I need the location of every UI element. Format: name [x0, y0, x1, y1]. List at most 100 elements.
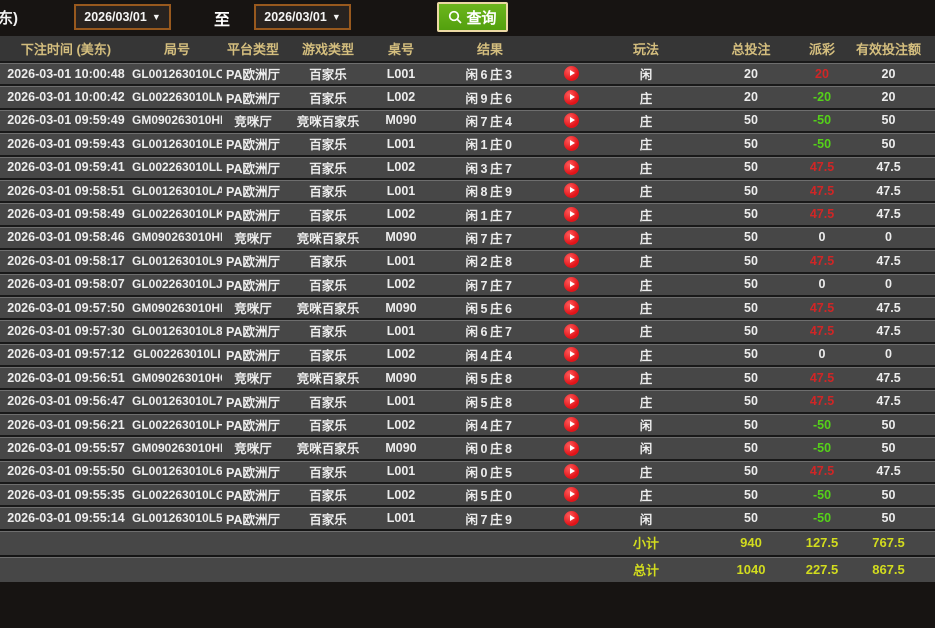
result-cell: 闲0庄8: [430, 435, 550, 460]
play-icon[interactable]: [563, 183, 579, 199]
table-no-cell: L002: [372, 201, 430, 226]
play-icon[interactable]: [563, 113, 579, 129]
table-row: 2026-03-01 09:59:41 GL002263010LL PA欧洲厅 …: [0, 154, 935, 179]
valid-bet-cell: 47.5: [842, 294, 935, 320]
platform-type-cell: PA欧洲厅: [222, 505, 284, 530]
round-id-cell: GL002263010LG: [132, 482, 222, 507]
bet-type-cell: 闲: [592, 411, 700, 437]
bet-type-cell: 庄: [592, 224, 700, 250]
payout-cell: -50: [802, 482, 842, 507]
table-body: 2026-03-01 10:00:48 GL001263010LC PA欧洲厅 …: [0, 60, 935, 530]
play-icon[interactable]: [563, 393, 579, 409]
play-triangle: [569, 374, 575, 381]
platform-type-cell: 竞咪厅: [222, 365, 284, 390]
header-table-no: 桌号: [372, 36, 430, 62]
round-id-cell: GL001263010LB: [132, 131, 222, 156]
subtotal-bet: 940: [700, 528, 802, 556]
valid-bet-cell: 47.5: [842, 201, 935, 226]
round-id-cell: GL001263010LA: [132, 177, 222, 203]
subtotal-row: 小计 940 127.5 767.5: [0, 528, 935, 556]
total-bet-cell: 20: [700, 60, 802, 86]
total-bet-cell: 50: [700, 154, 802, 179]
bet-time-cell: 2026-03-01 09:56:47: [0, 388, 132, 413]
play-triangle: [569, 234, 575, 241]
replay-cell: [550, 318, 592, 343]
bet-type-cell: 庄: [592, 248, 700, 273]
chevron-down-icon: ▼: [331, 12, 341, 22]
date-from-select[interactable]: 2026/03/01 ▼: [74, 4, 171, 30]
valid-bet-cell: 47.5: [842, 177, 935, 203]
subtotal-payout: 127.5: [802, 528, 842, 556]
bet-type-cell: 庄: [592, 341, 700, 367]
replay-cell: [550, 201, 592, 226]
result-cell: 闲1庄7: [430, 201, 550, 226]
play-icon[interactable]: [563, 440, 579, 456]
play-icon[interactable]: [563, 487, 579, 503]
game-type-cell: 百家乐: [284, 458, 372, 484]
play-icon[interactable]: [563, 159, 579, 175]
valid-bet-cell: 47.5: [842, 248, 935, 273]
play-icon[interactable]: [563, 136, 579, 152]
platform-type-cell: PA欧洲厅: [222, 60, 284, 86]
payout-cell: 47.5: [802, 201, 842, 226]
bet-type-cell: 庄: [592, 458, 700, 484]
valid-bet-cell: 47.5: [842, 458, 935, 484]
platform-type-cell: PA欧洲厅: [222, 318, 284, 343]
valid-bet-cell: 50: [842, 482, 935, 507]
result-cell: 闲7庄7: [430, 271, 550, 296]
table-row: 2026-03-01 09:58:51 GL001263010LA PA欧洲厅 …: [0, 177, 935, 203]
total-bet-cell: 50: [700, 201, 802, 226]
bet-type-cell: 庄: [592, 482, 700, 507]
play-icon[interactable]: [563, 230, 579, 246]
bet-type-cell: 庄: [592, 131, 700, 156]
play-icon[interactable]: [563, 253, 579, 269]
table-row: 2026-03-01 09:58:07 GL002263010LJ PA欧洲厅 …: [0, 271, 935, 296]
platform-type-cell: 竞咪厅: [222, 224, 284, 250]
valid-bet-cell: 47.5: [842, 365, 935, 390]
play-icon[interactable]: [563, 300, 579, 316]
payout-cell: 47.5: [802, 458, 842, 484]
total-payout: 227.5: [802, 554, 842, 582]
clipped-timezone-label: 东): [0, 10, 18, 27]
total-bet-cell: 20: [700, 84, 802, 109]
play-icon[interactable]: [563, 206, 579, 222]
round-id-cell: GL001263010L6: [132, 458, 222, 484]
platform-type-cell: PA欧洲厅: [222, 131, 284, 156]
play-icon[interactable]: [563, 417, 579, 433]
replay-cell: [550, 60, 592, 86]
total-spacer: [0, 554, 592, 582]
bet-type-cell: 庄: [592, 318, 700, 343]
round-id-cell: GL002263010LH: [132, 411, 222, 437]
game-type-cell: 百家乐: [284, 60, 372, 86]
round-id-cell: GL002263010LI: [132, 341, 222, 367]
total-bet-cell: 50: [700, 271, 802, 296]
bet-time-cell: 2026-03-01 09:57:50: [0, 294, 132, 320]
date-to-select[interactable]: 2026/03/01 ▼: [254, 4, 351, 30]
play-icon[interactable]: [563, 66, 579, 82]
query-button[interactable]: 查询: [437, 2, 508, 32]
query-button-label: 查询: [466, 9, 497, 27]
play-icon[interactable]: [563, 346, 579, 362]
bet-type-cell: 闲: [592, 435, 700, 460]
table-row: 2026-03-01 10:00:42 GL002263010LM PA欧洲厅 …: [0, 84, 935, 109]
bet-time-cell: 2026-03-01 09:58:17: [0, 248, 132, 273]
bet-type-cell: 庄: [592, 107, 700, 133]
play-icon[interactable]: [563, 276, 579, 292]
bet-type-cell: 庄: [592, 294, 700, 320]
play-triangle: [569, 70, 575, 77]
valid-bet-cell: 50: [842, 107, 935, 133]
play-icon[interactable]: [563, 463, 579, 479]
play-icon[interactable]: [563, 510, 579, 526]
play-icon[interactable]: [563, 370, 579, 386]
round-id-cell: GL002263010LJ: [132, 271, 222, 296]
result-cell: 闲4庄4: [430, 341, 550, 367]
round-id-cell: GM090263010HE: [132, 224, 222, 250]
play-icon[interactable]: [563, 89, 579, 105]
play-icon[interactable]: [563, 323, 579, 339]
valid-bet-cell: 0: [842, 341, 935, 367]
payout-cell: 47.5: [802, 318, 842, 343]
bet-time-cell: 2026-03-01 09:59:43: [0, 131, 132, 156]
total-bet-cell: 50: [700, 388, 802, 413]
table-row: 2026-03-01 09:56:47 GL001263010L7 PA欧洲厅 …: [0, 388, 935, 413]
valid-bet-cell: 50: [842, 131, 935, 156]
